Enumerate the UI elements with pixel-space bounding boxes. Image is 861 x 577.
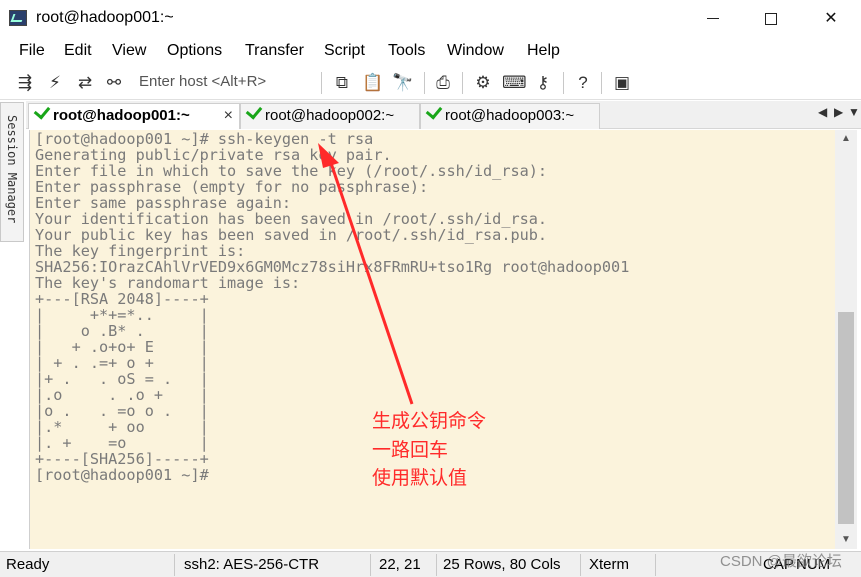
reconnect-icon[interactable]: ⇄: [74, 72, 96, 94]
terminal-line: +---[RSA 2048]----+: [35, 290, 209, 308]
terminal-scrollbar[interactable]: ▲ ▼: [835, 130, 857, 549]
sftp-icon[interactable]: ▣: [611, 72, 633, 94]
quick-connect-icon[interactable]: ⚡: [44, 72, 66, 94]
maximize-icon: [765, 12, 777, 25]
title-bar: root@hadoop001:~ ✕: [0, 0, 861, 38]
status-separator: [436, 554, 437, 576]
session-manager-tab[interactable]: Session Manager: [0, 102, 24, 242]
securecrt-app-icon: [9, 10, 27, 26]
disconnect-icon[interactable]: ⚯: [103, 72, 125, 94]
status-cursor-position: 22, 21: [379, 556, 421, 573]
paste-icon[interactable]: 📋: [362, 72, 384, 94]
close-button[interactable]: ✕: [801, 0, 861, 38]
terminal-line: |.* + oo |: [35, 418, 209, 436]
terminal-line: [root@hadoop001 ~]#: [35, 466, 209, 484]
tab-scroll-left-icon[interactable]: ◀: [818, 105, 827, 119]
menu-file[interactable]: File: [19, 42, 45, 60]
terminal-line: Your public key has been saved in /root/…: [35, 226, 548, 244]
terminal-output: [root@hadoop001 ~]# ssh-keygen -t rsa Gen…: [35, 131, 629, 483]
menu-bar: File Edit View Options Transfer Script T…: [0, 38, 861, 66]
scroll-up-icon[interactable]: ▲: [835, 130, 857, 148]
status-separator: [370, 554, 371, 576]
menu-options[interactable]: Options: [167, 42, 222, 60]
menu-help[interactable]: Help: [527, 42, 560, 60]
connect-icon[interactable]: ⇶: [14, 72, 36, 94]
status-terminal-size: 25 Rows, 80 Cols: [443, 556, 561, 573]
status-separator: [580, 554, 581, 576]
toolbar-separator: [462, 72, 463, 94]
maximize-button[interactable]: [741, 0, 801, 38]
connected-check-icon: [245, 102, 263, 120]
tab-hadoop002[interactable]: root@hadoop002:~: [240, 102, 420, 129]
annotation-text: 生成公钥命令: [372, 410, 487, 432]
terminal-line: Generating public/private rsa key pair.: [35, 146, 392, 164]
terminal-line: |.o . .o + |: [35, 386, 209, 404]
tab-label: root@hadoop001:~: [53, 107, 190, 124]
key-agent-icon[interactable]: ⚷: [532, 72, 554, 94]
terminal-line: |. + =o |: [35, 434, 209, 452]
minimize-button[interactable]: [683, 0, 743, 38]
menu-window[interactable]: Window: [447, 42, 504, 60]
menu-script[interactable]: Script: [324, 42, 365, 60]
terminal-line: | o .B* . |: [35, 322, 209, 340]
toolbar-separator: [424, 72, 425, 94]
status-ready: Ready: [6, 556, 50, 573]
print-icon[interactable]: ⎙: [432, 72, 454, 94]
terminal-line: Enter passphrase (empty for no passphras…: [35, 178, 429, 196]
status-separator: [655, 554, 656, 576]
terminal-line: | + .o+o+ E |: [35, 338, 209, 356]
menu-view[interactable]: View: [112, 42, 146, 60]
keymap-icon[interactable]: ⌨: [502, 72, 527, 94]
connected-check-icon: [425, 102, 443, 120]
toolbar-separator: [563, 72, 564, 94]
tab-scroll-right-icon[interactable]: ▶: [834, 105, 843, 119]
scroll-down-icon[interactable]: ▼: [835, 531, 857, 549]
menu-edit[interactable]: Edit: [64, 42, 92, 60]
toolbar: ⇶ ⚡ ⇄ ⚯ Enter host <Alt+R> ⧉ 📋 🔭 ⎙ ⚙ ⌨ ⚷…: [0, 66, 861, 100]
find-icon[interactable]: 🔭: [392, 72, 414, 94]
status-emulation: Xterm: [589, 556, 630, 573]
session-tabs: root@hadoop001:~ × root@hadoop002:~ root…: [26, 101, 861, 129]
host-input[interactable]: Enter host <Alt+R>: [139, 73, 266, 90]
terminal-line: |+ . . oS = . |: [35, 370, 209, 388]
scrollbar-thumb[interactable]: [838, 312, 854, 524]
tab-label: root@hadoop002:~: [265, 107, 395, 124]
terminal-line: SHA256:IOrazCAhlVrVED9x6GM0Mcz78siHrx8FR…: [35, 258, 630, 276]
tab-hadoop003[interactable]: root@hadoop003:~: [420, 102, 600, 129]
copy-icon[interactable]: ⧉: [331, 72, 353, 94]
toolbar-separator: [601, 72, 602, 94]
terminal-line: |o . . =o o . |: [35, 402, 209, 420]
terminal-line: Enter file in which to save the key (/ro…: [35, 162, 548, 180]
connected-check-icon: [33, 102, 51, 120]
help-icon[interactable]: ?: [572, 72, 594, 94]
terminal-line: +----[SHA256]-----+: [35, 450, 209, 468]
terminal-line: Enter same passphrase again:: [35, 194, 292, 212]
annotation-text: 一路回车: [372, 439, 449, 461]
window-title: root@hadoop001:~: [36, 9, 174, 26]
status-cipher: ssh2: AES-256-CTR: [184, 556, 320, 573]
terminal-line: The key's randomart image is:: [35, 274, 301, 292]
menu-tools[interactable]: Tools: [388, 42, 425, 60]
terminal-line: Your identification has been saved in /r…: [35, 210, 548, 228]
csdn-watermark: CSDN @最欲论坛: [720, 553, 842, 570]
toolbar-separator: [321, 72, 322, 94]
tab-close-icon[interactable]: ×: [224, 104, 233, 128]
tab-hadoop001[interactable]: root@hadoop001:~ ×: [28, 102, 240, 129]
menu-transfer[interactable]: Transfer: [245, 42, 304, 60]
terminal-line: The key fingerprint is:: [35, 242, 246, 260]
terminal-line: | + . .=+ o + |: [35, 354, 209, 372]
status-separator: [174, 554, 175, 576]
settings-gear-icon[interactable]: ⚙: [472, 72, 494, 94]
session-manager-label: Session Manager: [5, 115, 19, 224]
tab-label: root@hadoop003:~: [445, 107, 575, 124]
annotation-text: 使用默认值: [372, 467, 468, 489]
minimize-icon: [707, 18, 719, 20]
terminal-line: | +*+=*.. |: [35, 306, 209, 324]
tab-list-icon[interactable]: ▼: [848, 105, 860, 119]
terminal-line: [root@hadoop001 ~]# ssh-keygen -t rsa: [35, 130, 374, 148]
close-icon: ✕: [824, 10, 838, 27]
